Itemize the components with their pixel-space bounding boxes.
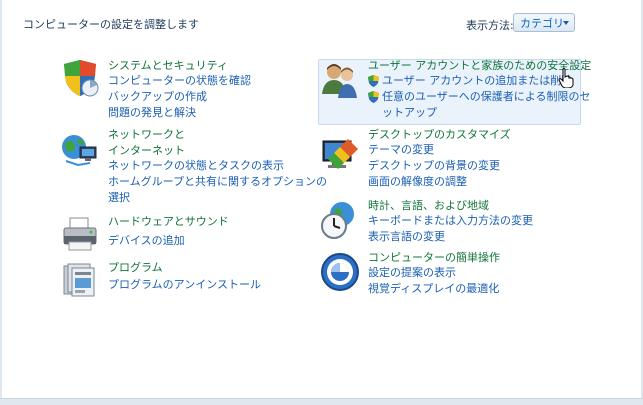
link-uninstall-program[interactable]: プログラムのアンインストール: [108, 277, 261, 293]
programs-icon: [63, 263, 95, 297]
clock-globe-icon: [321, 202, 354, 239]
uac-shield-icon: [368, 75, 379, 87]
link-homegroup-options[interactable]: ホームグループと共有に関するオプションの: [108, 174, 327, 190]
hand-cursor-icon: [558, 68, 574, 88]
window-frame-bottom: [0, 398, 643, 405]
link-suggested-settings[interactable]: 設定の提案の表示: [368, 265, 500, 281]
category-title[interactable]: ハードウェアとサウンド: [108, 214, 229, 229]
category-title[interactable]: 時計、言語、および地域: [368, 198, 533, 213]
page-title: コンピューターの設定を調整します: [23, 18, 199, 31]
link-optimize-display[interactable]: 視覚ディスプレイの最適化: [368, 281, 500, 297]
link-adjust-resolution[interactable]: 画面の解像度の調整: [368, 174, 511, 190]
category-title-line2[interactable]: インターネット: [108, 143, 327, 158]
view-by-label: 表示方法:: [466, 19, 514, 32]
window-frame-left: [0, 0, 2, 405]
link-parental-controls-label: 任意のユーザーへの保護者による制限のセ: [382, 90, 591, 103]
display-paint-icon: [322, 139, 358, 169]
shield-icon: [64, 60, 99, 97]
link-homegroup-options-cont[interactable]: 選択: [108, 190, 327, 206]
view-by-value: カテゴリ: [520, 17, 564, 30]
chevron-down-icon: [563, 21, 569, 25]
link-parental-controls-cont[interactable]: ットアップ: [368, 105, 591, 121]
link-change-display-language[interactable]: 表示言語の変更: [368, 229, 533, 245]
network-globe-icon: [62, 135, 97, 167]
category-title[interactable]: デスクトップのカスタマイズ: [368, 127, 511, 142]
link-change-background[interactable]: デスクトップの背景の変更: [368, 158, 511, 174]
link-troubleshoot[interactable]: 問題の発見と解決: [108, 105, 251, 121]
link-add-remove-accounts-label: ユーザー アカウントの追加または削除: [382, 74, 573, 87]
link-change-theme[interactable]: テーマの変更: [368, 142, 511, 158]
link-parental-controls[interactable]: 任意のユーザーへの保護者による制限のセ: [368, 89, 591, 105]
category-title-line1[interactable]: ネットワークと: [108, 127, 327, 142]
link-backup[interactable]: バックアップの作成: [108, 89, 251, 105]
users-icon: [322, 64, 357, 98]
uac-shield-icon: [368, 91, 379, 103]
category-title[interactable]: コンピューターの簡単操作: [368, 250, 500, 265]
link-network-status[interactable]: ネットワークの状態とタスクの表示: [108, 158, 327, 174]
category-title[interactable]: システムとセキュリティ: [108, 58, 251, 73]
view-by-dropdown[interactable]: カテゴリ: [513, 13, 575, 32]
link-add-device[interactable]: デバイスの追加: [108, 233, 229, 249]
printer-icon: [63, 217, 97, 251]
ease-of-access-icon: [321, 253, 359, 291]
link-change-keyboard[interactable]: キーボードまたは入力方法の変更: [368, 213, 533, 229]
link-check-status[interactable]: コンピューターの状態を確認: [108, 73, 251, 89]
category-title[interactable]: プログラム: [108, 260, 261, 275]
